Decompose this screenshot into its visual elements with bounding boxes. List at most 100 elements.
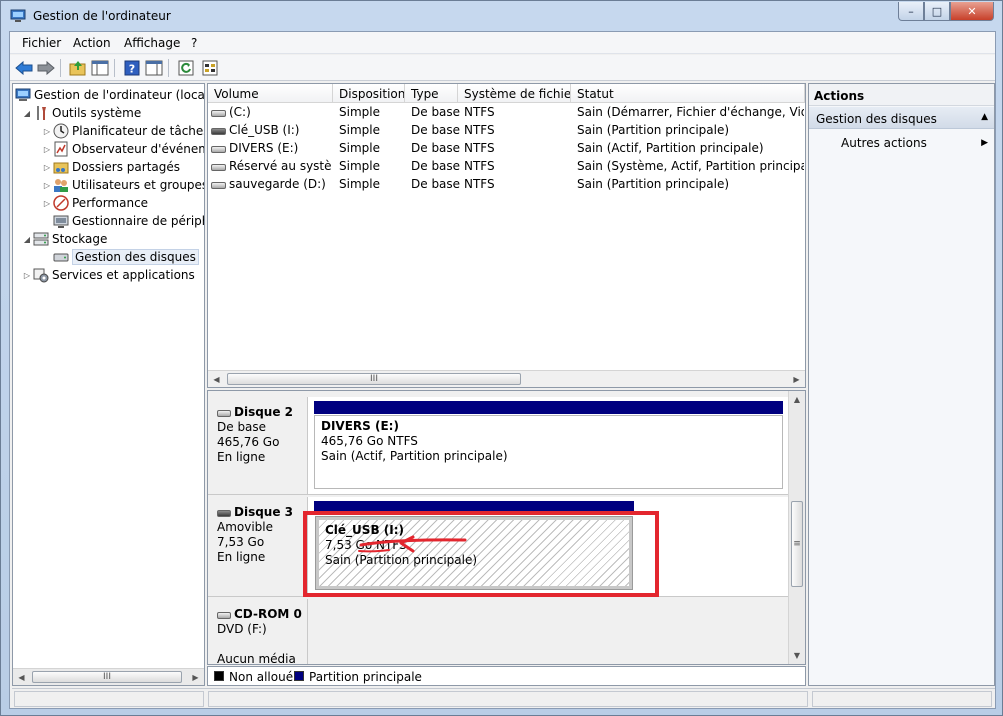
disk-row-disque-2[interactable]: Disque 2 De base 465,76 Go En ligne DIVE…: [208, 397, 789, 495]
expand-arrow-icon[interactable]: ▷: [41, 145, 53, 154]
collapse-up-icon[interactable]: ▲: [981, 112, 988, 122]
client-area: Fichier Action Affichage ? ? Gestion de …: [9, 31, 996, 709]
tree-node-planificateur[interactable]: ▷ Planificateur de tâches: [41, 122, 204, 140]
cell-filesystem: NTFS: [464, 123, 495, 137]
table-row[interactable]: DIVERS (E:) Simple De base NTFS Sain (Ac…: [208, 140, 805, 157]
disk-info: CD-ROM 0 DVD (F:) Aucun média: [208, 599, 308, 664]
partition-size-fs: 465,76 Go NTFS: [321, 434, 418, 448]
menu-help[interactable]: ?: [191, 36, 197, 50]
title-bar: Gestion de l'ordinateur – □ ✕: [1, 1, 1002, 31]
refresh-button[interactable]: [176, 58, 196, 78]
expand-arrow-icon[interactable]: ▷: [41, 127, 53, 136]
column-header-filesystem[interactable]: Système de fichiers: [458, 84, 571, 103]
actions-item-label: Autres actions: [841, 136, 927, 150]
table-row[interactable]: sauvegarde (D:) Simple De base NTFS Sain…: [208, 176, 805, 193]
cell-disposition: Simple: [339, 105, 380, 119]
legend-label-primary: Partition principale: [309, 670, 422, 684]
tree-node-services[interactable]: ▷ Services et applications: [21, 266, 195, 284]
properties-button[interactable]: [200, 58, 220, 78]
scroll-right-icon[interactable]: ▶: [788, 371, 805, 387]
tree-node-root[interactable]: Gestion de l'ordinateur (local): [15, 86, 204, 104]
tree-horizontal-scrollbar[interactable]: ◀ III ▶: [13, 668, 204, 685]
cell-statut: Sain (Partition principale): [577, 123, 730, 137]
clock-icon: [53, 123, 69, 139]
column-header-statut[interactable]: Statut: [571, 84, 805, 103]
toolbar-separator: [168, 59, 169, 77]
expand-arrow-icon[interactable]: ▷: [41, 199, 53, 208]
scroll-thumb[interactable]: III: [227, 373, 521, 385]
scroll-left-icon[interactable]: ◀: [13, 669, 30, 685]
tree-label: Dossiers partagés: [72, 160, 181, 174]
maximize-button[interactable]: □: [924, 2, 950, 21]
back-button[interactable]: [14, 58, 34, 78]
show-hide-action-pane-button[interactable]: [144, 58, 164, 78]
tree-node-dossiers[interactable]: ▷ Dossiers partagés: [41, 158, 180, 176]
scroll-down-icon[interactable]: ▼: [789, 647, 805, 664]
cell-volume: DIVERS (E:): [229, 141, 299, 155]
tree-label: Utilisateurs et groupes l: [72, 178, 205, 192]
tree-node-gestion-disques[interactable]: Gestion des disques: [53, 248, 199, 266]
forward-button[interactable]: [36, 58, 56, 78]
cell-type: De base: [411, 159, 461, 173]
scroll-right-icon[interactable]: ▶: [187, 669, 204, 685]
disk-row-cdrom-0[interactable]: CD-ROM 0 DVD (F:) Aucun média: [208, 599, 789, 664]
disk-map-vertical-scrollbar[interactable]: ▲ ≡ ▼: [788, 391, 805, 664]
shared-folder-icon: [53, 159, 69, 175]
volume-disk-icon: [211, 182, 226, 189]
table-row[interactable]: (C:) Simple De base NTFS Sain (Démarrer,…: [208, 104, 805, 121]
table-row[interactable]: Clé_USB (I:) Simple De base NTFS Sain (P…: [208, 122, 805, 139]
actions-section-gestion-disques[interactable]: Gestion des disques ▲: [809, 107, 994, 129]
legend: Non alloué Partition principale: [207, 666, 806, 686]
close-button[interactable]: ✕: [950, 2, 994, 21]
scroll-thumb[interactable]: III: [32, 671, 182, 683]
tree-node-gestionnaire[interactable]: Gestionnaire de périphé: [53, 212, 204, 230]
status-cell: [208, 691, 808, 707]
expand-arrow-icon[interactable]: ▷: [41, 181, 53, 190]
table-row[interactable]: Réservé au système Simple De base NTFS S…: [208, 158, 805, 175]
tree-node-utilisateurs[interactable]: ▷ Utilisateurs et groupes l: [41, 176, 205, 194]
show-hide-tree-button[interactable]: [90, 58, 110, 78]
tree-node-stockage[interactable]: ◢ Stockage: [21, 230, 107, 248]
partition-name: DIVERS (E:): [321, 419, 399, 433]
tree-node-outils-systeme[interactable]: ◢ Outils système: [21, 104, 141, 122]
disk-name: CD-ROM 0: [234, 607, 302, 621]
collapse-arrow-icon[interactable]: ◢: [21, 109, 33, 118]
help-button[interactable]: ?: [122, 58, 142, 78]
menu-action[interactable]: Action: [73, 36, 111, 50]
minimize-button[interactable]: –: [898, 2, 924, 21]
scroll-left-icon[interactable]: ◀: [208, 371, 225, 387]
volume-disk-icon: [211, 146, 226, 153]
scroll-thumb[interactable]: ≡: [791, 501, 803, 587]
toolbar: ?: [10, 55, 995, 81]
partition-divers[interactable]: DIVERS (E:) 465,76 Go NTFS Sain (Actif, …: [314, 415, 783, 489]
tree-node-performance[interactable]: ▷ Performance: [41, 194, 148, 212]
tree-node-observateur[interactable]: ▷ Observateur d'événeme: [41, 140, 204, 158]
column-header-volume[interactable]: Volume: [208, 84, 333, 103]
scroll-up-icon[interactable]: ▲: [789, 391, 805, 408]
actions-header: Actions: [809, 84, 994, 106]
expand-arrow-icon[interactable]: ▷: [21, 271, 33, 280]
partition-header-bar: [314, 401, 783, 414]
actions-section-label: Gestion des disques: [816, 112, 937, 126]
column-header-disposition[interactable]: Disposition: [333, 84, 405, 103]
disk-info: Disque 2 De base 465,76 Go En ligne: [208, 397, 308, 494]
menu-affichage[interactable]: Affichage: [124, 36, 180, 50]
up-folder-button[interactable]: [68, 58, 88, 78]
volume-horizontal-scrollbar[interactable]: ◀ III ▶: [208, 370, 805, 387]
device-manager-icon: [53, 213, 69, 229]
status-bar: [12, 688, 995, 708]
collapse-arrow-icon[interactable]: ◢: [21, 235, 33, 244]
submenu-arrow-icon[interactable]: ▶: [981, 138, 988, 148]
cell-filesystem: NTFS: [464, 177, 495, 191]
removable-disk-icon: [217, 510, 231, 517]
disk-kind: DVD (F:): [217, 622, 267, 636]
cell-type: De base: [411, 105, 461, 119]
column-header-type[interactable]: Type: [405, 84, 458, 103]
expand-arrow-icon[interactable]: ▷: [41, 163, 53, 172]
window-controls: – □ ✕: [898, 2, 994, 21]
menu-fichier[interactable]: Fichier: [22, 36, 61, 50]
actions-item-autres-actions[interactable]: Autres actions: [841, 136, 927, 150]
menu-bar: Fichier Action Affichage ?: [10, 32, 995, 54]
cell-filesystem: NTFS: [464, 141, 495, 155]
status-cell: [14, 691, 204, 707]
